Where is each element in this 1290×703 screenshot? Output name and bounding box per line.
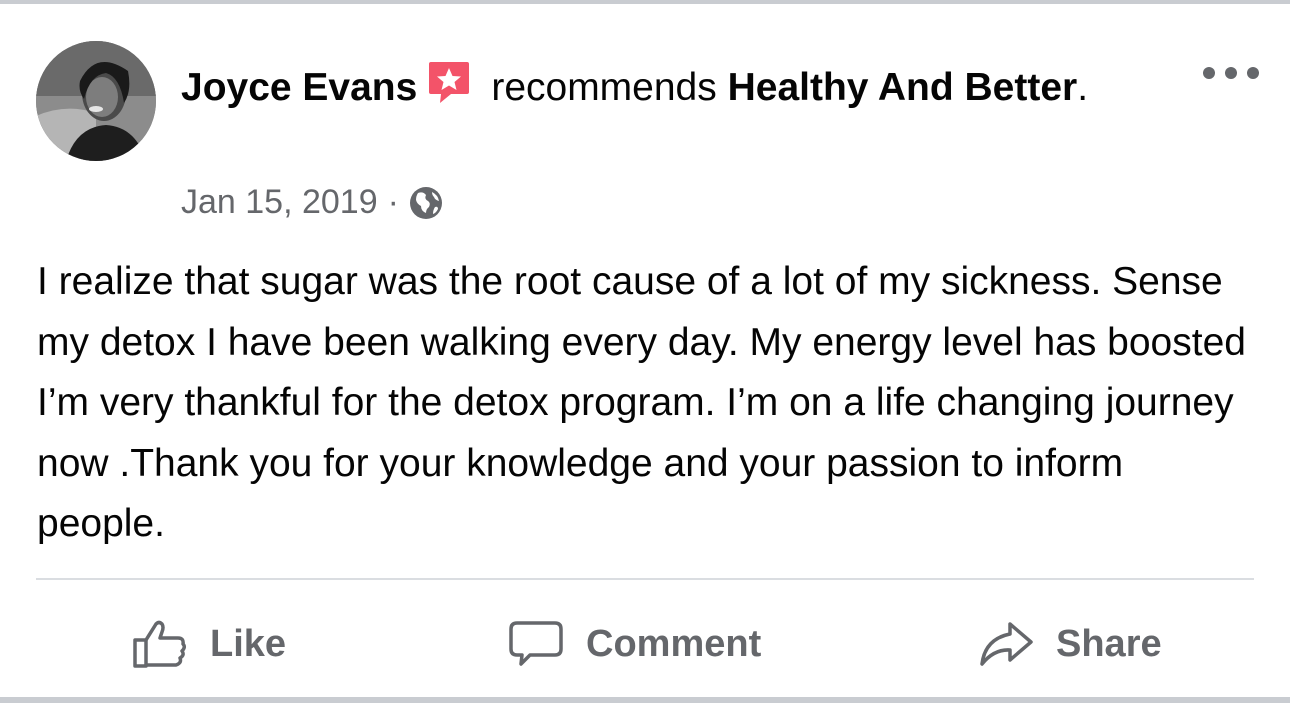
avatar[interactable] (36, 41, 156, 161)
share-label: Share (1056, 622, 1162, 665)
share-button[interactable]: Share (978, 594, 1162, 694)
post-title: Joyce Evans recommends Healthy And Bette… (181, 57, 1141, 118)
action-bar: Like Comment Share (36, 594, 1254, 694)
post-body: I realize that sugar was the root cause … (37, 260, 1246, 545)
globe-icon[interactable] (409, 186, 443, 220)
divider (36, 578, 1254, 580)
title-period: . (1077, 66, 1089, 109)
recommends-text: recommends (491, 66, 717, 109)
author-name[interactable]: Joyce Evans (181, 66, 417, 109)
comment-label: Comment (586, 622, 762, 665)
comment-button[interactable]: Comment (508, 594, 761, 694)
more-dot (1203, 67, 1215, 79)
recommend-star-icon (429, 62, 470, 103)
post-header: Joyce Evans recommends Healthy And Bette… (36, 41, 1259, 231)
more-options-icon[interactable] (1203, 61, 1259, 85)
avatar-photo (36, 41, 156, 161)
like-button[interactable]: Like (132, 594, 286, 694)
share-arrow-icon (980, 622, 1033, 666)
like-label: Like (210, 622, 287, 665)
post-card: Joyce Evans recommends Healthy And Bette… (0, 0, 1290, 703)
more-dot (1225, 67, 1237, 79)
thumbs-up-icon (133, 620, 187, 668)
comment-bubble-icon (509, 621, 563, 666)
post-date[interactable]: Jan 15, 2019 (181, 183, 378, 222)
meta-separator: · (387, 183, 399, 221)
page-name-link[interactable]: Healthy And Better (728, 66, 1078, 109)
more-dot (1247, 67, 1259, 79)
post-meta: Jan 15, 2019 · (181, 183, 443, 222)
